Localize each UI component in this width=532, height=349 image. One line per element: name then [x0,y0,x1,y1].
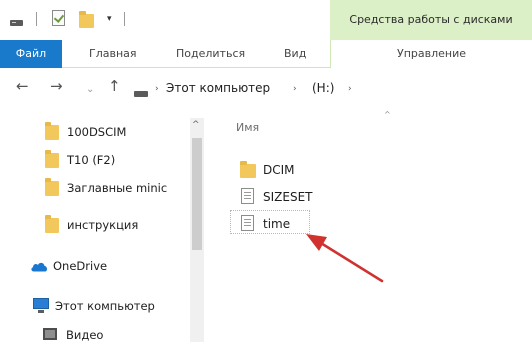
scroll-up-chevron-icon[interactable]: ^ [192,120,200,130]
nav-item-zaglavnye-minic[interactable]: Заглавные minic [67,174,167,202]
recent-locations-chevron-icon[interactable]: ⌄ [86,82,94,98]
customize-toolbar-chevron-icon[interactable]: ▾ [107,14,112,24]
nav-item-100dscim[interactable]: 100DSCIM [67,118,126,146]
drive-icon [10,20,23,26]
tab-file[interactable]: Файл [0,40,62,68]
file-row-sizeset[interactable]: SIZESET [263,183,313,211]
properties-check-icon[interactable] [52,10,65,26]
drive-icon [134,91,148,97]
column-header-name[interactable]: Имя [236,121,259,135]
tab-share[interactable]: Поделиться [176,40,245,68]
toolbar-separator [124,12,125,26]
nav-item-t10-f2[interactable]: T10 (F2) [67,146,115,174]
video-folder-icon [43,328,57,340]
nav-item-instrukciya[interactable]: инструкция [67,211,138,239]
folder-icon [45,178,59,196]
tab-view[interactable]: Вид [284,40,306,68]
breadcrumb-drive-h[interactable]: (H:) [312,81,334,95]
breadcrumb-chevron-icon[interactable]: › [348,83,352,95]
up-arrow-icon[interactable]: ↑ [108,78,121,94]
back-arrow-icon[interactable]: ← [16,78,29,94]
forward-arrow-icon[interactable]: → [50,78,63,94]
file-row-time[interactable]: time [263,210,290,238]
folder-icon [45,122,59,140]
nav-item-onedrive[interactable]: OneDrive [53,252,107,280]
computer-icon [33,298,49,313]
onedrive-cloud-icon [31,262,48,272]
document-icon [241,215,254,231]
tab-home[interactable]: Главная [89,40,137,68]
folder-icon [45,150,59,168]
navigation-scrollbar-thumb[interactable] [192,138,202,250]
toolbar-separator [36,12,37,26]
breadcrumb-this-pc[interactable]: Этот компьютер [166,81,270,95]
file-row-dcim[interactable]: DCIM [263,156,295,184]
new-folder-icon[interactable] [79,11,94,28]
breadcrumb-chevron-icon[interactable]: › [155,83,159,95]
drive-tools-context-tab: Средства работы с дисками [330,0,532,40]
sort-ascending-chevron-icon: ^ [384,110,391,119]
folder-icon [240,161,256,178]
tab-manage[interactable]: Управление [330,40,532,68]
breadcrumb-chevron-icon[interactable]: › [293,83,297,95]
nav-item-video[interactable]: Видео [66,321,103,349]
nav-item-this-pc[interactable]: Этот компьютер [55,292,155,320]
document-icon [241,188,254,204]
folder-icon [45,215,59,233]
